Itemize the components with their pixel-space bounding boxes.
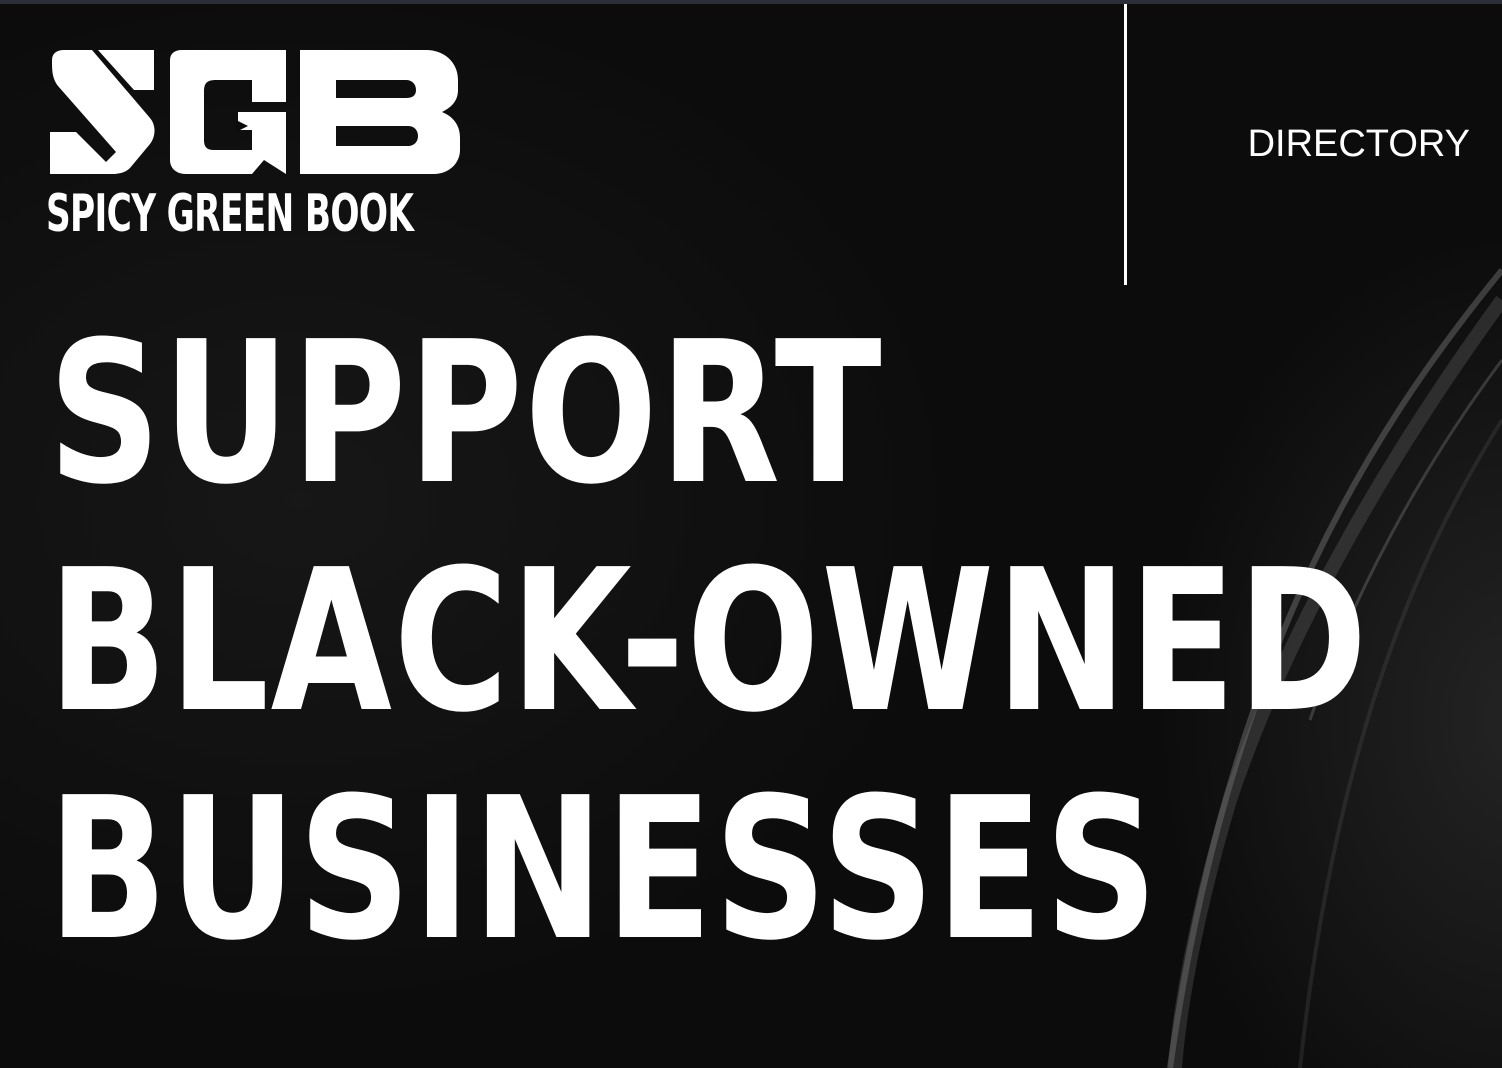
nav-directory-link[interactable]: DIRECTORY — [1248, 124, 1470, 164]
spicy-green-book-logo[interactable]: SPICY GREEN BOOK — [46, 50, 462, 242]
hero-headline: SUPPORT BLACK-OWNED BUSINESSES — [48, 300, 1502, 984]
sgb-logo-mark — [50, 50, 460, 174]
headline-line-1: SUPPORT — [48, 300, 884, 528]
top-strip — [0, 0, 1502, 4]
header-divider — [1124, 4, 1127, 285]
headline-line-3: BUSINESSES — [48, 756, 1160, 984]
hero-section: SPICY GREEN BOOK DIRECTORY SUPPORT BLACK… — [0, 0, 1502, 1068]
headline-line-2: BLACK-OWNED — [48, 528, 1370, 756]
logo-wordmark: SPICY GREEN BOOK — [46, 184, 414, 244]
